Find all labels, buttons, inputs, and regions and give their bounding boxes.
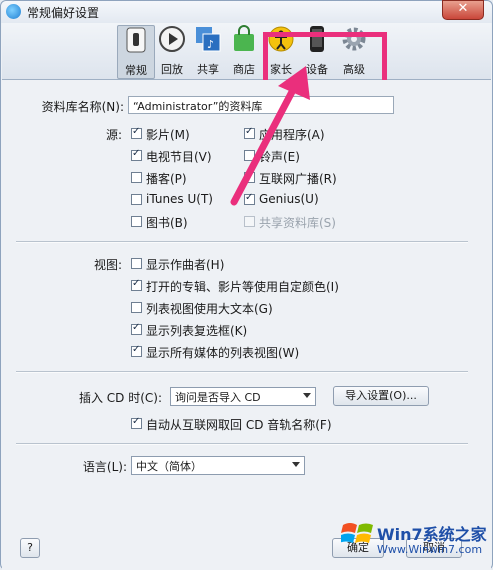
select-value: 中文（简体） — [136, 460, 202, 473]
preferences-content: 资料库名称(N): “Administrator”的资料库 源: 影片(M) 电… — [2, 66, 491, 570]
chevron-down-icon — [292, 462, 300, 467]
cd-insert-label: 插入 CD 时(C): — [78, 391, 162, 405]
checkbox-label: 显示所有媒体的列表视图(W) — [146, 346, 300, 360]
checkbox-label: 电视节目(V) — [146, 150, 212, 164]
preferences-window: 常规偏好设置 ✕ 常规 回放 ♪ 共享 商店 家长 设备 高级 资料库名称(N)… — [0, 0, 493, 570]
sharing-icon: ♪ — [194, 25, 222, 53]
close-button[interactable]: ✕ — [442, 0, 484, 20]
checkbox-label: 显示列表复选框(K) — [146, 324, 248, 338]
language-select[interactable]: 中文（简体） — [131, 456, 305, 475]
checkbox-label: 列表视图使用大文本(G) — [146, 302, 273, 316]
checkbox-itunes-u[interactable] — [131, 194, 142, 205]
checkbox-label: 影片(M) — [146, 128, 190, 142]
checkbox-label: 播客(P) — [146, 172, 187, 186]
tab-label: 回放 — [161, 63, 183, 76]
checkbox-list-view-all-media[interactable] — [131, 344, 142, 357]
library-name-label: 资料库名称(N): — [41, 100, 124, 114]
window-title: 常规偏好设置 — [27, 6, 100, 20]
checkbox-podcasts[interactable] — [131, 172, 142, 183]
checkbox-large-text[interactable] — [131, 302, 142, 313]
checkbox-label: 打开的专辑、影片等使用自定颜色(I) — [146, 280, 339, 294]
cd-action-select[interactable]: 询问是否导入 CD — [170, 387, 316, 406]
checkbox-show-composers[interactable] — [131, 258, 142, 269]
checkbox-label: 显示作曲者(H) — [146, 258, 225, 272]
help-button[interactable]: ? — [20, 538, 40, 558]
itunes-app-icon — [6, 4, 21, 19]
store-bag-icon — [230, 25, 258, 53]
annotation-arrow — [230, 66, 310, 206]
divider — [16, 443, 468, 445]
divider — [16, 241, 468, 243]
svg-text:♪: ♪ — [207, 38, 214, 51]
checkbox-label: 自动从互联网取回 CD 音轨名称(F) — [146, 418, 332, 432]
checkbox-auto-track-names[interactable] — [131, 416, 142, 429]
language-label: 语言(L): — [82, 460, 127, 474]
divider — [16, 371, 468, 373]
chevron-down-icon — [303, 393, 311, 398]
title-bar: 常规偏好设置 ✕ — [1, 0, 492, 23]
watermark-brand: Win7系统之家 — [377, 525, 487, 544]
checkbox-custom-colors[interactable] — [131, 278, 142, 291]
checkbox-tv-shows[interactable] — [131, 148, 142, 161]
tab-general[interactable]: 常规 — [117, 25, 155, 79]
watermark-url: Www.Winwin7.com — [377, 543, 483, 556]
windows-logo-icon — [341, 523, 373, 543]
playback-icon — [158, 25, 186, 53]
checkbox-books[interactable] — [131, 216, 142, 227]
checkbox-label: 图书(B) — [146, 216, 188, 230]
views-label: 视图: — [93, 258, 122, 272]
checkbox-movies[interactable] — [131, 126, 142, 139]
checkbox-list-checkboxes[interactable] — [131, 322, 142, 335]
sources-label: 源: — [105, 128, 122, 142]
checkbox-label: 共享资料库(S) — [259, 216, 336, 230]
general-switch-icon — [122, 26, 150, 54]
checkbox-shared-libraries — [244, 216, 255, 227]
tab-playback[interactable]: 回放 — [154, 25, 190, 77]
import-settings-button[interactable]: 导入设置(O)... — [333, 386, 429, 406]
select-value: 询问是否导入 CD — [175, 391, 261, 404]
tab-label: 常规 — [125, 64, 147, 77]
checkbox-label: iTunes U(T) — [146, 192, 213, 206]
